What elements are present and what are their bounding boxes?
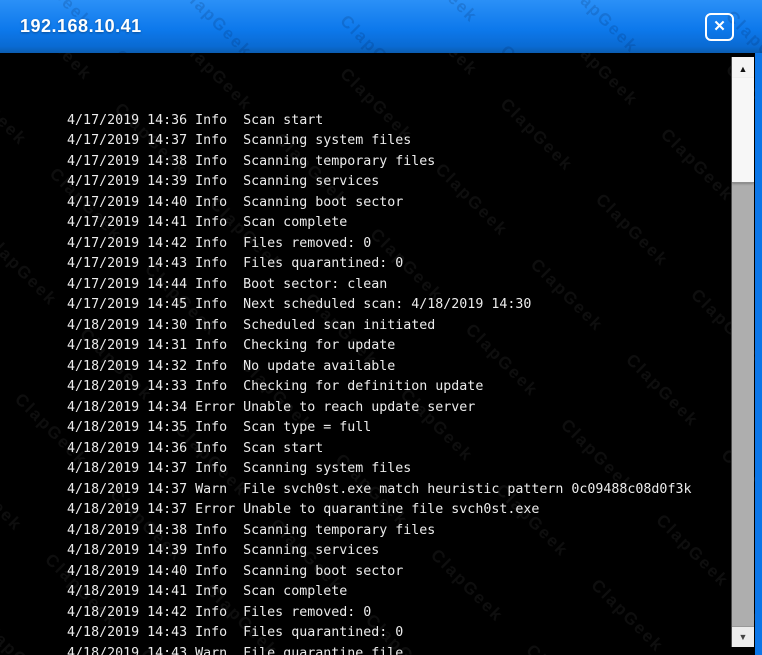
log-level: Info: [195, 603, 243, 624]
log-level: Info: [195, 234, 243, 255]
log-timestamp: 4/17/2019 14:41: [67, 213, 195, 234]
log-timestamp: 4/18/2019 14:32: [67, 357, 195, 378]
log-level: Info: [195, 521, 243, 542]
scroll-down-button[interactable]: ▼: [732, 626, 754, 647]
window-titlebar[interactable]: ClapGeek ClapGeek ClapGeek ClapGeek Clap…: [0, 0, 762, 53]
log-message: Files removed: 0: [243, 234, 371, 255]
log-message: Scan type = full: [243, 418, 371, 439]
log-level: Info: [195, 254, 243, 275]
scroll-up-button[interactable]: ▲: [732, 57, 754, 78]
log-message: Scanning temporary files: [243, 152, 435, 173]
log-timestamp: 4/18/2019 14:42: [67, 603, 195, 624]
close-button[interactable]: ✕: [705, 13, 734, 41]
log-level: Error: [195, 398, 243, 419]
log-timestamp: 4/18/2019 14:34: [67, 398, 195, 419]
log-timestamp: 4/18/2019 14:37: [67, 459, 195, 480]
scrollbar-thumb[interactable]: [732, 78, 754, 183]
log-timestamp: 4/18/2019 14:36: [67, 439, 195, 460]
log-message: Checking for definition update: [243, 377, 483, 398]
close-icon: ✕: [713, 18, 726, 35]
log-level: Info: [195, 275, 243, 296]
log-message: No update available: [243, 357, 395, 378]
log-lines: 4/17/2019 14:36InfoScan start 4/17/2019 …: [3, 53, 723, 655]
log-message: Scan start: [243, 111, 323, 132]
log-message: Files quarantined: 0: [243, 254, 403, 275]
log-timestamp: 4/17/2019 14:40: [67, 193, 195, 214]
log-timestamp: 4/17/2019 14:37: [67, 131, 195, 152]
log-timestamp: 4/17/2019 14:43: [67, 254, 195, 275]
log-timestamp: 4/18/2019 14:33: [67, 377, 195, 398]
log-level: Info: [195, 357, 243, 378]
log-message: Boot sector: clean: [243, 275, 387, 296]
log-message: File svch0st.exe match heuristic pattern…: [243, 480, 691, 501]
log-row: 4/17/2019 14:36InfoScan start: [3, 90, 723, 111]
arrow-down-icon: ▼: [739, 632, 748, 642]
log-level: Info: [195, 213, 243, 234]
window-title: 192.168.10.41: [20, 0, 142, 53]
log-timestamp: 4/18/2019 14:43: [67, 644, 195, 655]
log-level: Info: [195, 439, 243, 460]
log-message: Scan start: [243, 439, 323, 460]
log-timestamp: 4/18/2019 14:37: [67, 480, 195, 501]
log-message: Scanning boot sector: [243, 562, 403, 583]
log-message: Scanning services: [243, 172, 379, 193]
log-level: Info: [195, 152, 243, 173]
log-message: Checking for update: [243, 336, 395, 357]
log-level: Info: [195, 459, 243, 480]
log-level: Info: [195, 111, 243, 132]
log-message: Scanning boot sector: [243, 193, 403, 214]
log-timestamp: 4/18/2019 14:40: [67, 562, 195, 583]
log-timestamp: 4/18/2019 14:41: [67, 582, 195, 603]
log-timestamp: 4/17/2019 14:45: [67, 295, 195, 316]
log-level: Info: [195, 316, 243, 337]
scrollbar[interactable]: ▲ ▼: [731, 57, 754, 647]
log-timestamp: 4/18/2019 14:39: [67, 541, 195, 562]
log-message: Files quarantined: 0: [243, 623, 403, 644]
log-timestamp: 4/17/2019 14:39: [67, 172, 195, 193]
log-level: Info: [195, 172, 243, 193]
log-timestamp: 4/17/2019 14:42: [67, 234, 195, 255]
log-message: Unable to quarantine file svch0st.exe: [243, 500, 539, 521]
log-timestamp: 4/17/2019 14:38: [67, 152, 195, 173]
log-message: Scan complete: [243, 582, 347, 603]
log-timestamp: 4/18/2019 14:38: [67, 521, 195, 542]
terminal-log-viewport[interactable]: ClapGeek ClapGeek ClapGeek ClapGeek Clap…: [0, 53, 762, 655]
log-message: Files removed: 0: [243, 603, 371, 624]
log-message: File quarantine file: [243, 644, 403, 655]
log-message: Next scheduled scan: 4/18/2019 14:30: [243, 295, 531, 316]
log-timestamp: 4/17/2019 14:44: [67, 275, 195, 296]
log-message: Scanning system files: [243, 459, 411, 480]
log-level: Warn: [195, 644, 243, 655]
arrow-up-icon: ▲: [739, 64, 748, 74]
log-level: Info: [195, 623, 243, 644]
log-message: Scheduled scan initiated: [243, 316, 435, 337]
log-timestamp: 4/17/2019 14:36: [67, 111, 195, 132]
log-level: Info: [195, 336, 243, 357]
log-timestamp: 4/18/2019 14:30: [67, 316, 195, 337]
remote-host-window: ClapGeek ClapGeek ClapGeek ClapGeek Clap…: [0, 0, 762, 655]
log-message: Scanning services: [243, 541, 379, 562]
log-level: Info: [195, 562, 243, 583]
log-level: Info: [195, 295, 243, 316]
log-message: Scanning temporary files: [243, 521, 435, 542]
log-level: Info: [195, 582, 243, 603]
log-level: Info: [195, 131, 243, 152]
log-level: Info: [195, 418, 243, 439]
log-timestamp: 4/18/2019 14:37: [67, 500, 195, 521]
log-message: Scanning system files: [243, 131, 411, 152]
log-level: Info: [195, 377, 243, 398]
log-level: Info: [195, 541, 243, 562]
log-timestamp: 4/18/2019 14:43: [67, 623, 195, 644]
log-timestamp: 4/18/2019 14:31: [67, 336, 195, 357]
log-level: Info: [195, 193, 243, 214]
log-message: Scan complete: [243, 213, 347, 234]
log-timestamp: 4/18/2019 14:35: [67, 418, 195, 439]
log-level: Warn: [195, 480, 243, 501]
log-message: Unable to reach update server: [243, 398, 475, 419]
log-level: Error: [195, 500, 243, 521]
